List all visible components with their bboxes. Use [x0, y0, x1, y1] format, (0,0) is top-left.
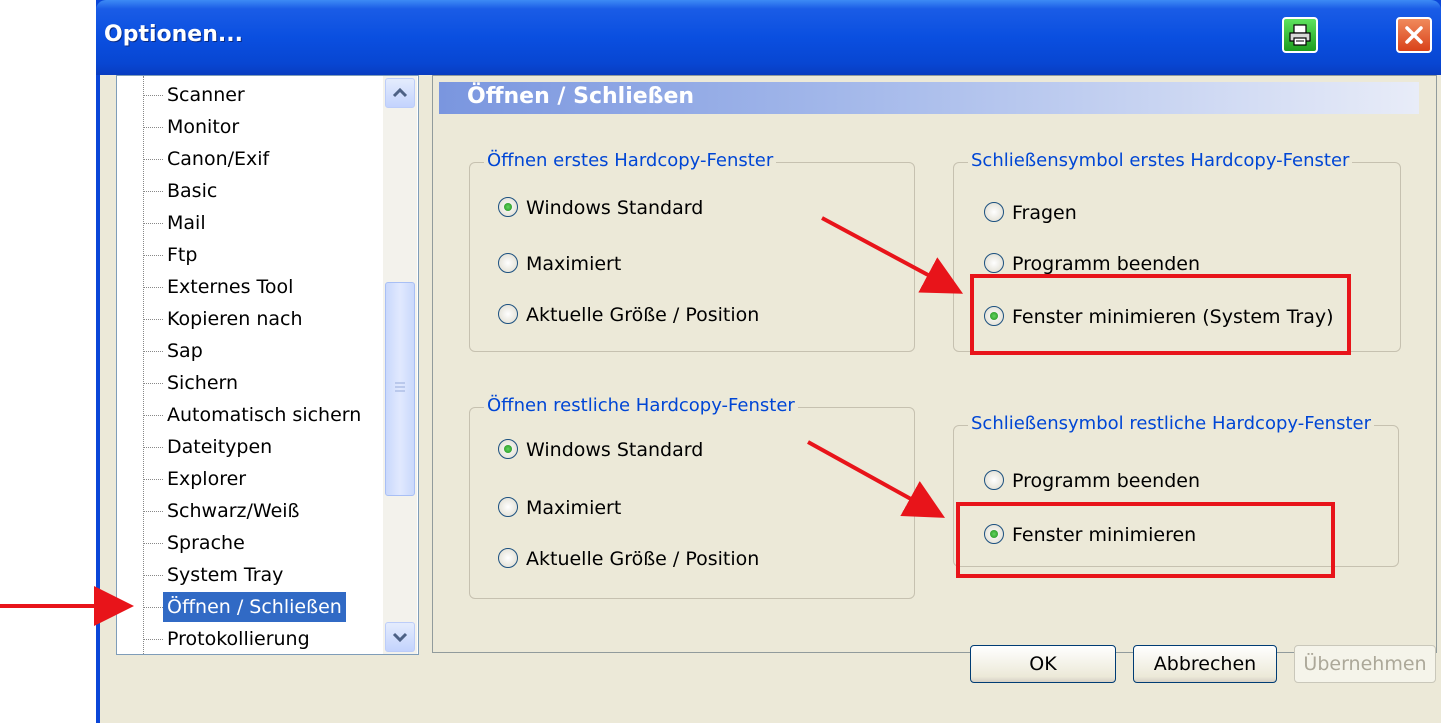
annotation-arrows	[0, 216, 964, 626]
arrow-icon	[821, 216, 964, 294]
arrow-icon	[807, 440, 945, 518]
